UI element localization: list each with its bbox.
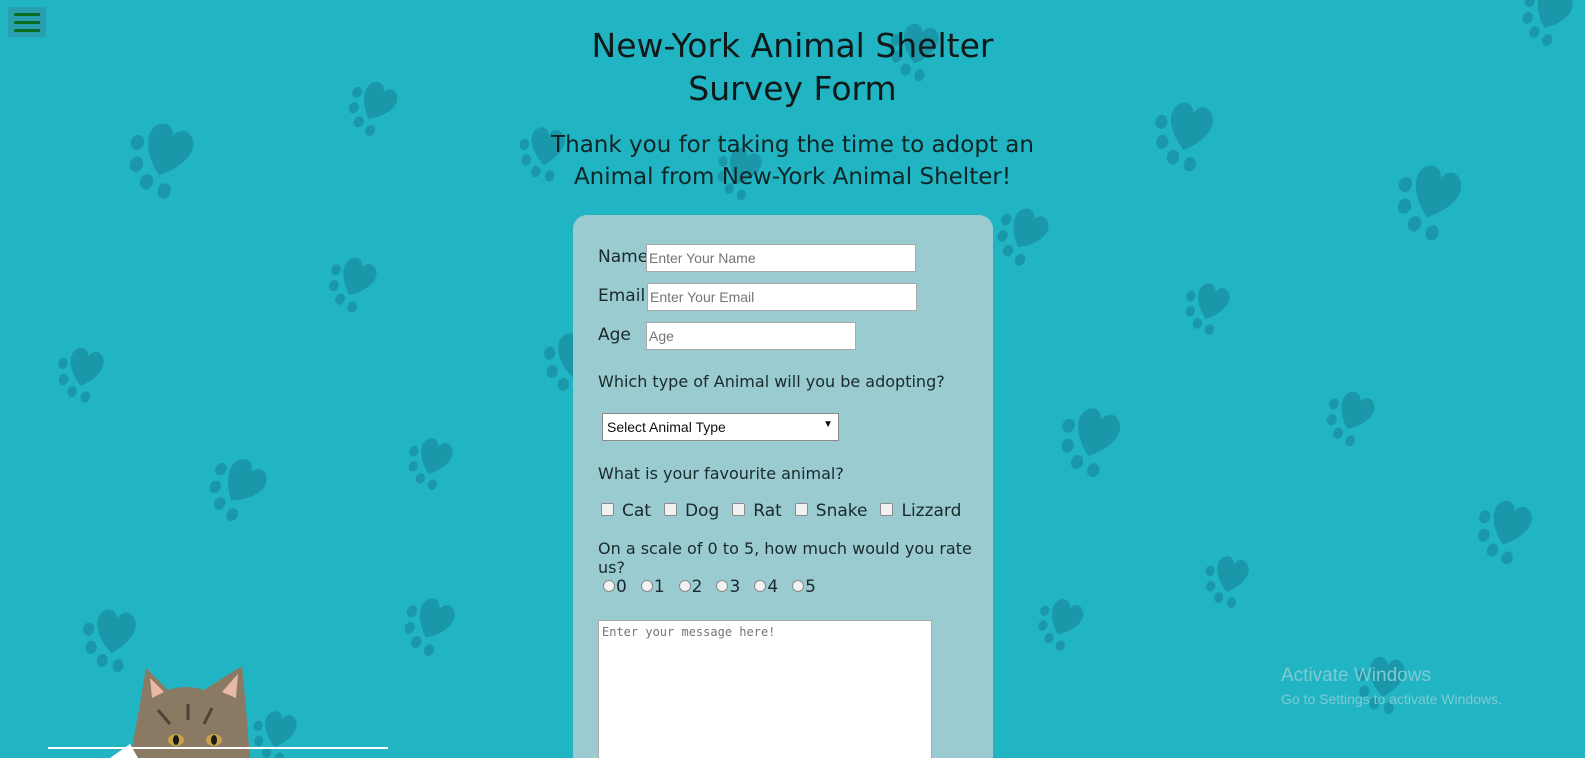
email-input[interactable]: [647, 283, 917, 311]
page-title: New-York Animal Shelter Survey Form: [591, 26, 994, 108]
checkbox-label: Rat: [753, 501, 782, 521]
watermark-title: Activate Windows: [1281, 665, 1431, 686]
radio-rating-5[interactable]: [792, 580, 805, 592]
radio-rating-2[interactable]: [678, 580, 691, 592]
name-input[interactable]: [646, 244, 916, 272]
cat-image: [110, 666, 250, 758]
radio-label: 4: [767, 577, 779, 597]
radio-rating-4[interactable]: [754, 580, 767, 592]
checkbox-cat[interactable]: [601, 502, 614, 516]
age-input[interactable]: [646, 322, 856, 350]
rating-question: On a scale of 0 to 5, how much would you…: [598, 539, 972, 577]
animal-type-selected: Select Animal Type: [607, 419, 726, 435]
animal-type-select[interactable]: Select Animal Type ▼: [602, 413, 839, 441]
hamburger-icon: [14, 12, 40, 16]
checkbox-label: Dog: [684, 501, 720, 521]
watermark-subtitle: Go to Settings to activate Windows.: [1281, 691, 1502, 707]
radio-rating-1[interactable]: [640, 580, 653, 592]
message-placeholder: Enter your message here!: [602, 625, 776, 639]
bottom-divider: [48, 747, 388, 749]
radio-rating-0[interactable]: [603, 580, 615, 592]
page-description: Thank you for taking the time to adopt a…: [551, 132, 1034, 190]
radio-label: 1: [653, 577, 665, 597]
activate-windows-watermark: Activate Windows Go to Settings to activ…: [1281, 665, 1502, 707]
radio-rating-3[interactable]: [716, 580, 729, 592]
checkbox-dog[interactable]: [663, 502, 677, 516]
animal-type-question: Which type of Animal will you be adoptin…: [598, 372, 945, 391]
dropdown-arrow-icon: ▼: [823, 419, 833, 430]
survey-form: Name Email Age Which type of Animal will…: [573, 215, 993, 758]
radio-label: 5: [805, 577, 816, 597]
radio-label: 3: [729, 577, 741, 597]
checkbox-label: Lizzard: [901, 501, 962, 521]
checkbox-label: Cat: [622, 501, 651, 521]
email-label: Email: [598, 286, 646, 306]
radio-label: 2: [691, 577, 703, 597]
favourite-animal-options: Cat Dog Rat Snake Lizzard: [598, 501, 971, 521]
radio-label: 0: [616, 577, 627, 597]
checkbox-snake[interactable]: [794, 502, 808, 516]
name-label: Name: [598, 247, 649, 267]
age-label: Age: [598, 325, 631, 345]
rating-options: 0 1 2 3 4 5: [598, 577, 825, 597]
checkbox-label: Snake: [815, 501, 868, 521]
message-textarea[interactable]: Enter your message here!: [598, 620, 932, 758]
checkbox-rat[interactable]: [732, 502, 746, 516]
favourite-animal-question: What is your favourite animal?: [598, 464, 844, 483]
checkbox-lizzard[interactable]: [880, 502, 894, 516]
